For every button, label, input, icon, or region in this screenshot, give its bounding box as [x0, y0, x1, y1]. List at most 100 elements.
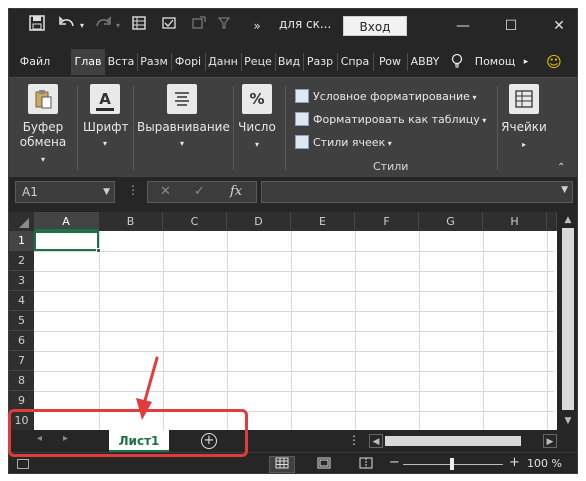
tab-abbyy[interactable]: ABBY [409, 49, 441, 75]
tab-split-grip-icon[interactable]: ⋮ [348, 433, 360, 447]
gridline [34, 291, 554, 292]
horizontal-scrollbar[interactable]: ◀ ▶ [369, 434, 557, 448]
font-group[interactable]: A Шрифт ▾ [83, 84, 129, 151]
zoom-out-icon[interactable]: − [389, 455, 400, 470]
conditional-formatting-icon [295, 89, 309, 103]
enter-icon[interactable]: ✓ [194, 182, 205, 202]
gridline [34, 251, 554, 252]
horizontal-scroll-thumb[interactable] [385, 436, 521, 446]
page-break-view-button[interactable] [353, 456, 379, 473]
normal-view-button[interactable] [269, 456, 295, 473]
select-all-corner[interactable] [9, 212, 34, 231]
macro-record-icon[interactable] [17, 459, 29, 469]
scroll-left-icon[interactable]: ◀ [369, 434, 383, 448]
alignment-group[interactable]: Выравнивание ▾ [137, 84, 230, 151]
sort-icon[interactable] [189, 15, 209, 37]
clipboard-group[interactable]: Буфер обмена ▾ [19, 84, 67, 167]
cell-styles-button[interactable]: Стили ячеек ▾ [295, 133, 392, 153]
maximize-button[interactable]: ☐ [497, 13, 525, 39]
collapse-ribbon-icon[interactable]: ⌃ [557, 162, 565, 173]
percent-icon: % [242, 84, 272, 114]
row-header-9[interactable]: 9 [9, 391, 34, 411]
chevron-down-icon[interactable]: ▼ [103, 182, 110, 202]
tab-help-ref[interactable]: Спра [339, 49, 371, 75]
close-button[interactable]: ✕ [545, 13, 573, 39]
cell-styles-label: Стили ячеек [313, 136, 386, 149]
format-as-table-button[interactable]: Форматировать как таблицу ▾ [295, 110, 486, 130]
formula-buttons: ✕ ✓ fx [147, 181, 257, 203]
column-header-f[interactable]: F [355, 212, 419, 231]
tab-layout[interactable]: Разм [139, 49, 169, 75]
redo-icon[interactable] [93, 15, 113, 37]
formula-bar-grip-icon[interactable]: ⋮ [127, 183, 139, 197]
tabs-scroll-right-icon[interactable]: ▸ [519, 49, 533, 75]
row-header-5[interactable]: 5 [9, 311, 34, 331]
fill-handle[interactable] [96, 248, 101, 253]
save-icon[interactable] [27, 15, 47, 37]
form-icon[interactable] [129, 15, 149, 37]
zoom-level[interactable]: 100 % [527, 457, 562, 470]
spellcheck-icon[interactable] [159, 15, 179, 37]
cells-icon [509, 84, 539, 114]
formula-bar: A1 ▼ ⋮ ✕ ✓ fx ▼ [9, 177, 577, 211]
scroll-right-icon[interactable]: ▶ [543, 434, 557, 448]
row-header-2[interactable]: 2 [9, 251, 34, 271]
row-header-8[interactable]: 8 [9, 371, 34, 391]
tab-file[interactable]: Файл [17, 49, 53, 75]
row-header-7[interactable]: 7 [9, 351, 34, 371]
tab-view[interactable]: Вид [277, 49, 301, 75]
row-header-6[interactable]: 6 [9, 331, 34, 351]
alignment-label: Выравнивание [137, 120, 230, 134]
scroll-up-icon[interactable]: ▲ [561, 213, 575, 227]
tab-help[interactable]: Помощ [471, 49, 519, 75]
window-title: для ск... [279, 17, 332, 31]
minimize-button[interactable]: — [449, 13, 477, 39]
cells-group[interactable]: Ячейки ▸ [499, 84, 549, 152]
column-header-e[interactable]: E [291, 212, 355, 231]
column-header-h[interactable]: H [483, 212, 547, 231]
column-header-b[interactable]: B [99, 212, 163, 231]
tab-power[interactable]: Pow [375, 49, 405, 75]
smiley-feedback-icon[interactable]: ☺ [543, 49, 565, 75]
tab-formulas[interactable]: Форі [173, 49, 203, 75]
column-header-d[interactable]: D [227, 212, 291, 231]
more-commands-icon[interactable]: » [249, 15, 265, 37]
number-group[interactable]: % Число ▾ [237, 84, 277, 152]
formula-input[interactable]: ▼ [261, 181, 573, 203]
cancel-icon[interactable]: ✕ [160, 182, 171, 202]
insert-function-icon[interactable]: fx [230, 182, 242, 202]
tab-divider [337, 53, 338, 71]
undo-icon[interactable] [57, 15, 77, 37]
font-label: Шрифт [83, 120, 129, 134]
tab-review[interactable]: Реце [243, 49, 273, 75]
row-header-3[interactable]: 3 [9, 271, 34, 291]
tab-developer[interactable]: Разр [305, 49, 335, 75]
column-header-g[interactable]: G [419, 212, 483, 231]
undo-dropdown-icon[interactable]: ▾ [77, 15, 87, 37]
tab-insert[interactable]: Вста [107, 49, 135, 75]
row-header-4[interactable]: 4 [9, 291, 34, 311]
expand-formula-bar-icon[interactable]: ▼ [561, 185, 568, 195]
lightbulb-icon[interactable] [447, 49, 467, 75]
tab-data[interactable]: Данн [207, 49, 239, 75]
conditional-formatting-button[interactable]: Условное форматирование ▾ [295, 87, 477, 107]
vertical-scroll-thumb[interactable] [562, 228, 574, 410]
filter-icon[interactable] [217, 15, 231, 37]
row-header-1[interactable]: 1 [9, 231, 34, 251]
redo-dropdown-icon[interactable]: ▾ [113, 15, 123, 37]
ribbon-divider [233, 86, 234, 170]
column-header-partial[interactable] [547, 212, 557, 231]
gridline [34, 371, 554, 372]
vertical-scrollbar[interactable]: ▲ ▼ [557, 212, 577, 430]
worksheet-grid[interactable]: A B C D E F G H 1 2 3 4 5 6 7 8 9 10 ▲ ▼ [9, 212, 577, 430]
login-button[interactable]: Вход [343, 16, 407, 36]
active-cell-a1[interactable] [34, 231, 99, 251]
page-layout-view-button[interactable] [311, 456, 337, 473]
column-header-c[interactable]: C [163, 212, 227, 231]
name-box[interactable]: A1 ▼ [15, 181, 115, 203]
tab-home[interactable]: Глав [71, 49, 105, 75]
scroll-down-icon[interactable]: ▼ [561, 414, 575, 428]
zoom-in-icon[interactable]: + [509, 455, 520, 470]
column-header-a[interactable]: A [34, 212, 99, 231]
zoom-slider-thumb[interactable] [450, 458, 454, 470]
